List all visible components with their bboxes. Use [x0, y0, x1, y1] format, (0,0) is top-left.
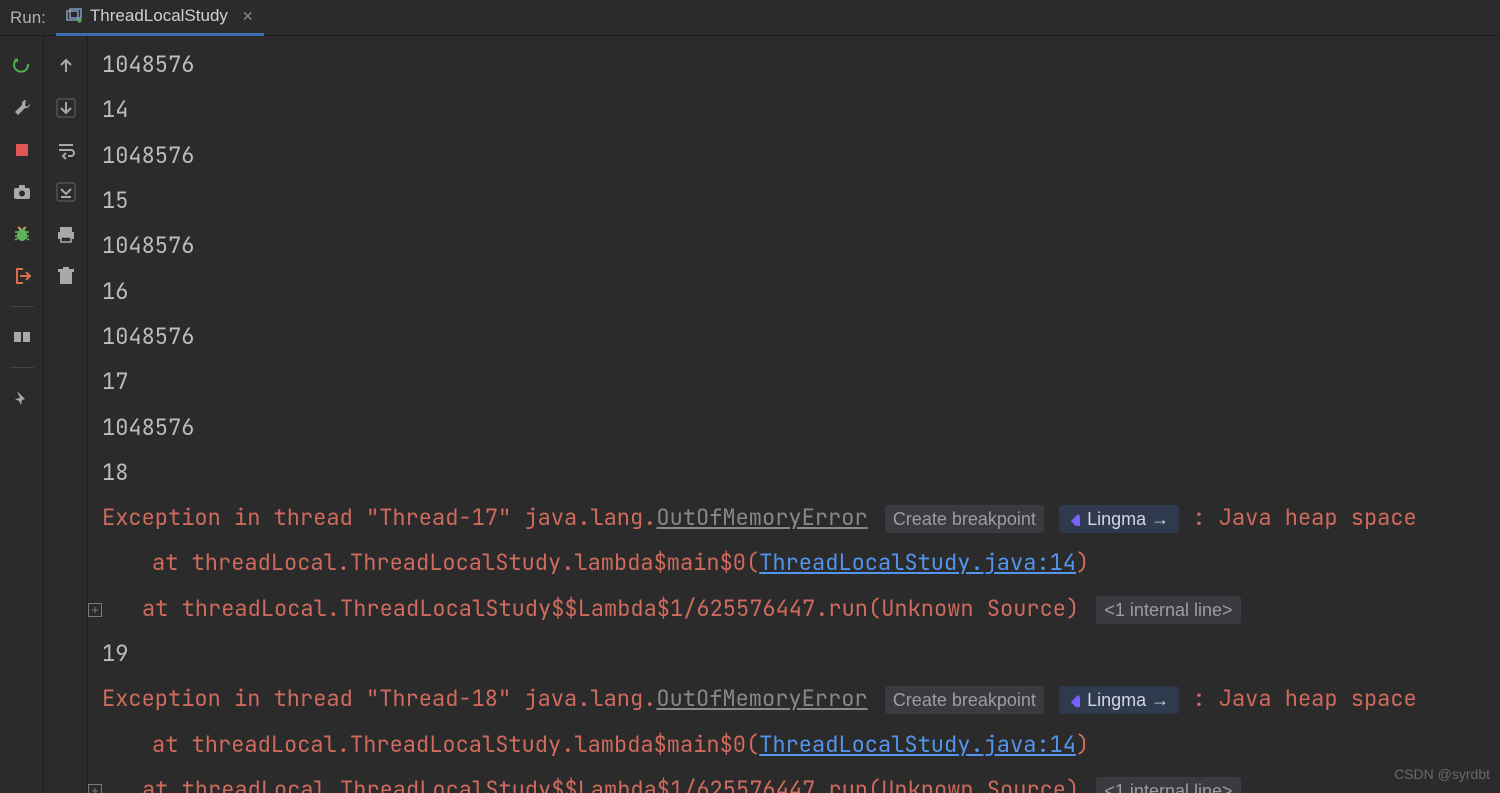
run-toolbar-primary — [0, 36, 44, 793]
output-line: 1048576 — [102, 133, 1500, 178]
exception-line: Exception in thread "Thread-18" java.lan… — [102, 676, 1500, 721]
lingma-icon — [1065, 692, 1081, 708]
watermark: CSDN @syrdbt — [1394, 760, 1490, 789]
run-config-tab[interactable]: ThreadLocalStudy ✕ — [56, 0, 264, 36]
close-tab-icon[interactable]: ✕ — [242, 8, 254, 25]
console-output[interactable]: 1048576 14 1048576 15 1048576 16 1048576… — [88, 36, 1500, 793]
output-line: 1048576 — [102, 405, 1500, 450]
create-breakpoint-badge[interactable]: Create breakpoint — [885, 505, 1044, 533]
lingma-label: Lingma → — [1087, 686, 1169, 714]
scroll-to-end-icon[interactable] — [52, 178, 80, 206]
output-line: 1048576 — [102, 42, 1500, 87]
source-link[interactable]: ThreadLocalStudy.java:14 — [759, 548, 1076, 577]
exit-icon[interactable] — [8, 262, 36, 290]
exception-text: Exception in thread "Thread-18" java.lan… — [102, 684, 656, 713]
expand-icon[interactable]: + — [88, 603, 102, 617]
stack-line: at threadLocal.ThreadLocalStudy.lambda$m… — [102, 540, 1500, 585]
output-line: 18 — [102, 450, 1500, 495]
expand-icon[interactable]: + — [88, 784, 102, 793]
rerun-button[interactable] — [8, 52, 36, 80]
output-line: 1048576 — [102, 223, 1500, 268]
internal-lines-badge[interactable]: <1 internal line> — [1096, 777, 1240, 793]
print-icon[interactable] — [52, 220, 80, 248]
create-breakpoint-badge[interactable]: Create breakpoint — [885, 686, 1044, 714]
lingma-label: Lingma → — [1087, 505, 1169, 533]
internal-lines-badge[interactable]: <1 internal line> — [1096, 596, 1240, 624]
stack-line: +at threadLocal.ThreadLocalStudy$$Lambda… — [88, 767, 1500, 793]
run-config-icon — [66, 8, 82, 24]
output-line: 15 — [102, 178, 1500, 223]
output-line: 17 — [102, 359, 1500, 404]
lingma-badge[interactable]: Lingma → — [1059, 505, 1179, 533]
soft-wrap-icon[interactable] — [52, 136, 80, 164]
lingma-badge[interactable]: Lingma → — [1059, 686, 1179, 714]
up-arrow-icon[interactable] — [52, 52, 80, 80]
run-toolbar-secondary — [44, 36, 88, 793]
trash-icon[interactable] — [52, 262, 80, 290]
exception-suffix: : Java heap space — [1192, 684, 1416, 713]
exception-suffix: : Java heap space — [1192, 503, 1416, 532]
exception-text: Exception in thread "Thread-17" java.lan… — [102, 503, 656, 532]
divider — [10, 306, 34, 307]
divider — [10, 367, 34, 368]
run-header: Run: ThreadLocalStudy ✕ — [0, 0, 1500, 36]
wrench-icon[interactable] — [8, 94, 36, 122]
debug-bug-icon[interactable] — [8, 220, 36, 248]
output-line: 1048576 — [102, 314, 1500, 359]
lingma-icon — [1065, 511, 1081, 527]
output-line: 16 — [102, 269, 1500, 314]
exception-line: Exception in thread "Thread-17" java.lan… — [102, 495, 1500, 540]
camera-icon[interactable] — [8, 178, 36, 206]
output-line: 19 — [102, 631, 1500, 676]
stack-line: at threadLocal.ThreadLocalStudy.lambda$m… — [102, 722, 1500, 767]
stack-line: +at threadLocal.ThreadLocalStudy$$Lambda… — [88, 586, 1500, 631]
down-arrow-icon[interactable] — [52, 94, 80, 122]
run-label: Run: — [4, 8, 56, 28]
source-link[interactable]: ThreadLocalStudy.java:14 — [759, 730, 1076, 759]
error-class-link[interactable]: OutOfMemoryError — [656, 684, 867, 713]
error-class-link[interactable]: OutOfMemoryError — [656, 503, 867, 532]
pin-icon[interactable] — [8, 384, 36, 412]
stop-button[interactable] — [8, 136, 36, 164]
run-tab-title: ThreadLocalStudy — [90, 6, 228, 26]
output-line: 14 — [102, 87, 1500, 132]
layout-icon[interactable] — [8, 323, 36, 351]
